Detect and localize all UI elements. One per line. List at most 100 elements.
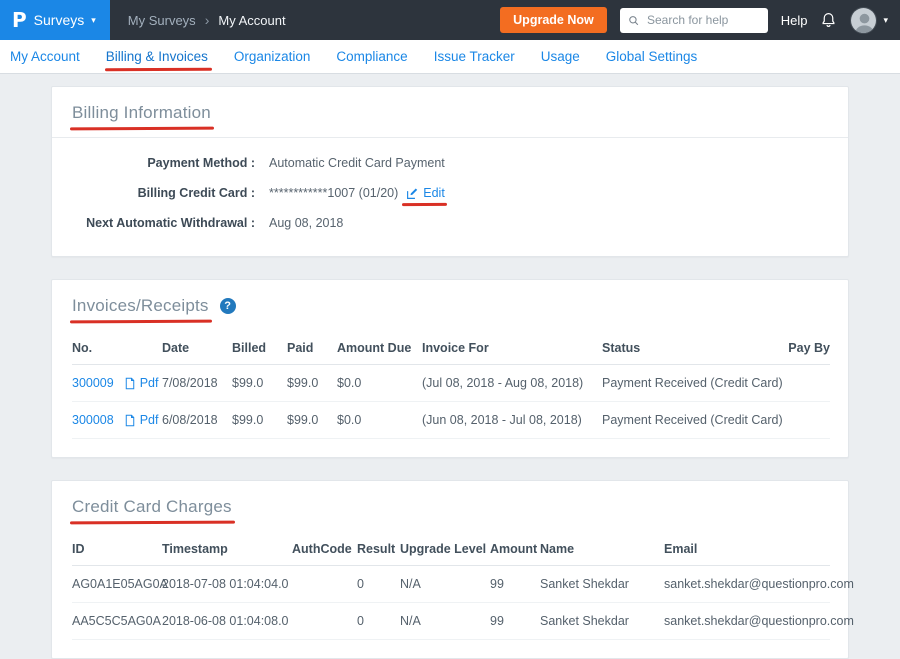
invoice-row: 300009 Pdf: [72, 365, 830, 402]
charge-authcode: [292, 603, 357, 640]
tab-my-account[interactable]: My Account: [10, 40, 93, 74]
tab-organization[interactable]: Organization: [221, 40, 324, 74]
charges-table-wrap: ID Timestamp AuthCode Result Upgrade Lev…: [52, 531, 848, 658]
annotation-underline: [70, 521, 235, 525]
edit-billing-card-link[interactable]: Edit: [406, 186, 445, 200]
charge-email: sanket.shekdar@questionpro.com: [664, 566, 830, 603]
chevron-down-icon: ▾: [883, 16, 888, 25]
tab-billing-invoices[interactable]: Billing & Invoices: [93, 40, 221, 74]
title-text: Billing Information: [72, 103, 211, 122]
col-amount: Amount: [490, 533, 540, 566]
product-name: Surveys: [34, 12, 85, 28]
charge-authcode: [292, 566, 357, 603]
invoice-date: 7/08/2018: [162, 365, 232, 402]
edit-icon: [406, 187, 419, 200]
col-name: Name: [540, 533, 664, 566]
help-icon[interactable]: ?: [220, 298, 236, 314]
col-paid: Paid: [287, 332, 337, 365]
product-switcher[interactable]: P Surveys ▾: [0, 0, 110, 40]
charges-header-row: ID Timestamp AuthCode Result Upgrade Lev…: [72, 533, 830, 566]
invoice-pay-by: [785, 402, 830, 439]
invoices-table-wrap: No. Date Billed Paid Amount Due Invoice …: [52, 330, 848, 457]
charge-upgrade-level: N/A: [400, 566, 490, 603]
col-timestamp: Timestamp: [162, 533, 292, 566]
questionpro-logo-icon: P: [12, 10, 27, 30]
avatar: [850, 7, 877, 34]
main-content: Billing Information Payment Method : Aut…: [0, 74, 900, 659]
invoice-number-link[interactable]: 300009: [72, 376, 114, 390]
next-withdrawal-row: Next Automatic Withdrawal : Aug 08, 2018: [72, 208, 828, 238]
col-invoice-for: Invoice For: [422, 332, 602, 365]
tab-compliance[interactable]: Compliance: [323, 40, 420, 74]
title-text: Credit Card Charges: [72, 497, 232, 516]
invoice-paid: $99.0: [287, 365, 337, 402]
topbar: P Surveys ▾ My Surveys › My Account Upgr…: [0, 0, 900, 40]
tab-global-settings[interactable]: Global Settings: [593, 40, 711, 74]
invoice-date: 6/08/2018: [162, 402, 232, 439]
breadcrumb-my-surveys[interactable]: My Surveys: [128, 13, 196, 28]
tab-issue-tracker[interactable]: Issue Tracker: [421, 40, 528, 74]
charge-row: AG0A1E05AG0A 2018-07-08 01:04:04.0 0 N/A…: [72, 566, 830, 603]
search-icon: [628, 14, 639, 27]
pdf-label: Pdf: [140, 413, 159, 427]
invoice-for: (Jul 08, 2018 - Aug 08, 2018): [422, 365, 602, 402]
billing-information-card: Billing Information Payment Method : Aut…: [51, 86, 849, 257]
charge-row: AA5C5C5AG0A 2018-06-08 01:04:08.0 0 N/A …: [72, 603, 830, 640]
title-text: Invoices/Receipts: [72, 296, 209, 315]
charge-result: 0: [357, 566, 400, 603]
annotation-underline: [105, 67, 212, 71]
invoice-amount-due: $0.0: [337, 365, 422, 402]
upgrade-now-button[interactable]: Upgrade Now: [500, 7, 607, 33]
help-link[interactable]: Help: [781, 13, 808, 28]
page: P Surveys ▾ My Surveys › My Account Upgr…: [0, 0, 900, 659]
charge-timestamp: 2018-07-08 01:04:04.0: [162, 566, 292, 603]
charges-table: ID Timestamp AuthCode Result Upgrade Lev…: [72, 533, 830, 640]
billing-credit-card-value: ************1007 (01/20) Edit: [269, 186, 445, 200]
charge-upgrade-level: N/A: [400, 603, 490, 640]
field-label: Billing Credit Card :: [72, 186, 255, 200]
invoices-header: Invoices/Receipts ?: [52, 280, 848, 330]
field-label: Next Automatic Withdrawal :: [72, 216, 255, 230]
col-upgrade-level: Upgrade Level: [400, 533, 490, 566]
billing-information-header: Billing Information: [52, 87, 848, 138]
annotation-underline: [70, 127, 214, 131]
col-email: Email: [664, 533, 830, 566]
next-withdrawal-value: Aug 08, 2018: [269, 216, 343, 230]
pdf-icon: [124, 414, 136, 427]
card-masked-number: ************1007 (01/20): [269, 186, 398, 200]
pdf-icon: [124, 377, 136, 390]
help-search-box[interactable]: [620, 8, 768, 33]
invoice-paid: $99.0: [287, 402, 337, 439]
payment-method-value: Automatic Credit Card Payment: [269, 156, 445, 170]
charge-amount: 99: [490, 566, 540, 603]
user-menu[interactable]: ▾: [850, 7, 888, 34]
invoice-billed: $99.0: [232, 365, 287, 402]
field-value-text: Aug 08, 2018: [269, 216, 343, 230]
col-amount-due: Amount Due: [337, 332, 422, 365]
charge-id: AG0A1E05AG0A: [72, 566, 162, 603]
col-no: No.: [72, 332, 162, 365]
col-date: Date: [162, 332, 232, 365]
charge-amount: 99: [490, 603, 540, 640]
col-authcode: AuthCode: [292, 533, 357, 566]
notifications-bell-icon[interactable]: [820, 11, 837, 29]
tab-usage[interactable]: Usage: [528, 40, 593, 74]
topbar-actions: Upgrade Now Help: [500, 7, 900, 34]
invoice-pdf-link[interactable]: Pdf: [124, 413, 159, 427]
field-label: Payment Method :: [72, 156, 255, 170]
invoices-header-row: No. Date Billed Paid Amount Due Invoice …: [72, 332, 830, 365]
invoice-for: (Jun 08, 2018 - Jul 08, 2018): [422, 402, 602, 439]
invoices-card: Invoices/Receipts ? No. Date Billed: [51, 279, 849, 458]
credit-card-charges-card: Credit Card Charges ID Timestamp AuthCod…: [51, 480, 849, 659]
charges-title: Credit Card Charges: [72, 497, 232, 517]
charge-email: sanket.shekdar@questionpro.com: [664, 603, 830, 640]
edit-label: Edit: [423, 186, 445, 200]
chevron-down-icon: ▾: [91, 16, 96, 25]
invoice-pdf-link[interactable]: Pdf: [124, 376, 159, 390]
charge-name: Sanket Shekdar: [540, 566, 664, 603]
search-input[interactable]: [645, 12, 760, 28]
payment-method-row: Payment Method : Automatic Credit Card P…: [72, 148, 828, 178]
pdf-label: Pdf: [140, 376, 159, 390]
invoice-no-cell: 300009 Pdf: [72, 365, 162, 402]
invoice-number-link[interactable]: 300008: [72, 413, 114, 427]
